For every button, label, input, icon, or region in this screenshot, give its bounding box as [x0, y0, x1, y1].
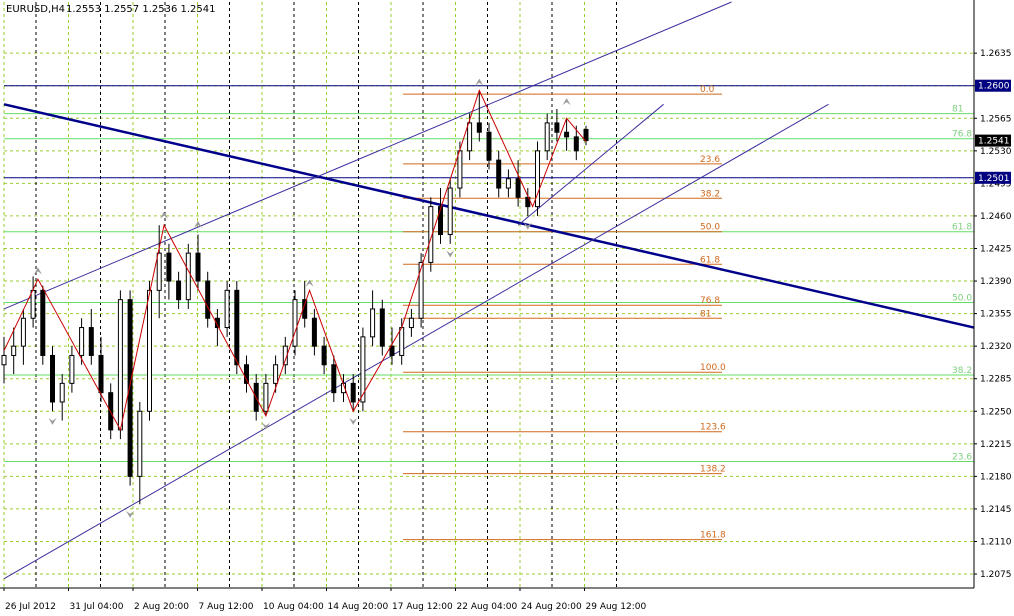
candle-body — [137, 410, 143, 477]
y-tick-label: 1.2355 — [980, 310, 1012, 320]
x-tick-label: 2 Aug 20:00 — [134, 602, 189, 612]
fib-level-label: 61.8 — [700, 255, 720, 265]
chart-background — [0, 0, 1014, 616]
chart-header-symbol: EURUSD,H4 — [6, 4, 65, 15]
y-tick-label: 1.2320 — [980, 342, 1012, 352]
x-tick-label: 31 Jul 04:00 — [70, 602, 124, 612]
candle-body — [476, 122, 482, 133]
green-level-label: 23.6 — [952, 452, 972, 462]
candle-body — [292, 299, 298, 347]
fib-level-label: 138.2 — [700, 465, 726, 475]
fib-level-label: 123.6 — [700, 423, 726, 433]
candle-body — [263, 382, 269, 412]
candle-body — [321, 345, 327, 366]
candle-body — [544, 122, 550, 152]
candle-body — [564, 131, 570, 138]
green-level-label: 38.2 — [952, 366, 972, 376]
y-tick-label: 1.2250 — [980, 407, 1012, 417]
fib-level-label: 100.0 — [700, 363, 726, 373]
candle-body — [176, 280, 182, 301]
candle-body — [273, 364, 279, 384]
candle-body — [311, 317, 317, 347]
price-level-label: 1.2600 — [978, 82, 1010, 92]
candle-body — [515, 178, 521, 198]
candle-body — [573, 136, 579, 152]
candle-body — [379, 308, 385, 347]
x-tick-label: 7 Aug 12:00 — [199, 602, 254, 612]
candle-body — [496, 159, 502, 189]
candle-body — [195, 252, 201, 282]
candle-body — [457, 150, 463, 189]
y-tick-label: 1.2180 — [980, 472, 1012, 482]
y-tick-label: 1.2145 — [980, 505, 1012, 515]
candle-body — [370, 308, 376, 338]
y-tick-label: 1.2215 — [980, 440, 1012, 450]
x-tick-label: 29 Aug 12:00 — [586, 602, 647, 612]
candle-body — [505, 178, 511, 189]
candle-body — [418, 261, 424, 319]
price-level-label: 1.2501 — [978, 174, 1010, 184]
green-level-label: 81 — [952, 105, 963, 115]
y-tick-label: 1.2635 — [980, 49, 1012, 59]
candle-body — [88, 327, 94, 356]
candle-body — [447, 187, 453, 236]
fib-level-label: 23.6 — [700, 155, 720, 165]
y-tick-label: 1.2075 — [980, 570, 1012, 580]
candle-body — [205, 280, 211, 319]
candle-body — [583, 128, 589, 142]
candle-body — [59, 382, 65, 403]
candle-body — [50, 354, 55, 403]
candle-body — [69, 354, 75, 384]
x-tick-label: 22 Aug 04:00 — [457, 602, 518, 612]
x-tick-label: 26 Jul 2012 — [5, 602, 56, 612]
green-level-label: 50.0 — [952, 293, 972, 303]
candle-body — [156, 252, 162, 291]
chart-root: 81 76.8 61.8 50.0 38.2 23.6 0.0 23.6 38.2 50.0 61.… — [0, 0, 1014, 616]
candle-body — [79, 327, 85, 356]
candle-body — [20, 317, 26, 347]
fib-level-label: 50.0 — [700, 223, 720, 233]
candle-body — [40, 289, 46, 356]
x-tick-label: 24 Aug 20:00 — [521, 602, 582, 612]
x-tick-label: 14 Aug 20:00 — [328, 602, 389, 612]
candle-body — [11, 345, 17, 356]
candle-body — [1, 354, 7, 366]
fib-level-label: 81 — [700, 309, 711, 319]
candle-body — [554, 122, 560, 133]
fib-level-label: 161.8 — [700, 531, 726, 541]
fib-level-label: 76.8 — [700, 296, 720, 306]
candle-body — [166, 252, 172, 282]
current-price-label: 1.2541 — [978, 137, 1010, 147]
y-tick-label: 1.2285 — [980, 375, 1012, 385]
green-level-label: 76.8 — [952, 130, 972, 140]
candle-body — [438, 206, 443, 236]
candle-body — [127, 299, 133, 477]
x-tick-label: 10 Aug 04:00 — [263, 602, 324, 612]
candle-body — [331, 364, 337, 394]
y-tick-label: 1.2390 — [980, 277, 1012, 287]
x-tick-label: 17 Aug 12:00 — [392, 602, 453, 612]
chart-header-ohlc: 1.2553 1.2557 1.2536 1.2541 — [66, 4, 216, 15]
candle-body — [30, 289, 36, 319]
y-tick-label: 1.2425 — [980, 244, 1012, 254]
y-tick-label: 1.2530 — [980, 147, 1012, 157]
y-tick-label: 1.2460 — [980, 212, 1012, 222]
candle-body — [399, 327, 405, 356]
candle-body — [408, 317, 414, 329]
fib-level-label: 38.2 — [700, 189, 720, 199]
candle-body — [185, 252, 191, 301]
candle-body — [98, 354, 104, 394]
candle-body — [467, 122, 473, 152]
candle-body — [234, 289, 240, 366]
candle-body — [224, 289, 230, 329]
y-tick-label: 1.2565 — [980, 114, 1012, 124]
fib-level-label: 0.0 — [700, 85, 715, 95]
green-level-label: 61.8 — [952, 223, 972, 233]
candle-body — [486, 131, 492, 161]
candle-body — [117, 299, 123, 431]
y-tick-label: 1.2110 — [980, 537, 1012, 547]
candle-body — [147, 289, 152, 412]
price-chart[interactable]: 81 76.8 61.8 50.0 38.2 23.6 0.0 23.6 38.2 50.0 61.… — [0, 0, 1014, 616]
candle-body — [350, 382, 356, 403]
